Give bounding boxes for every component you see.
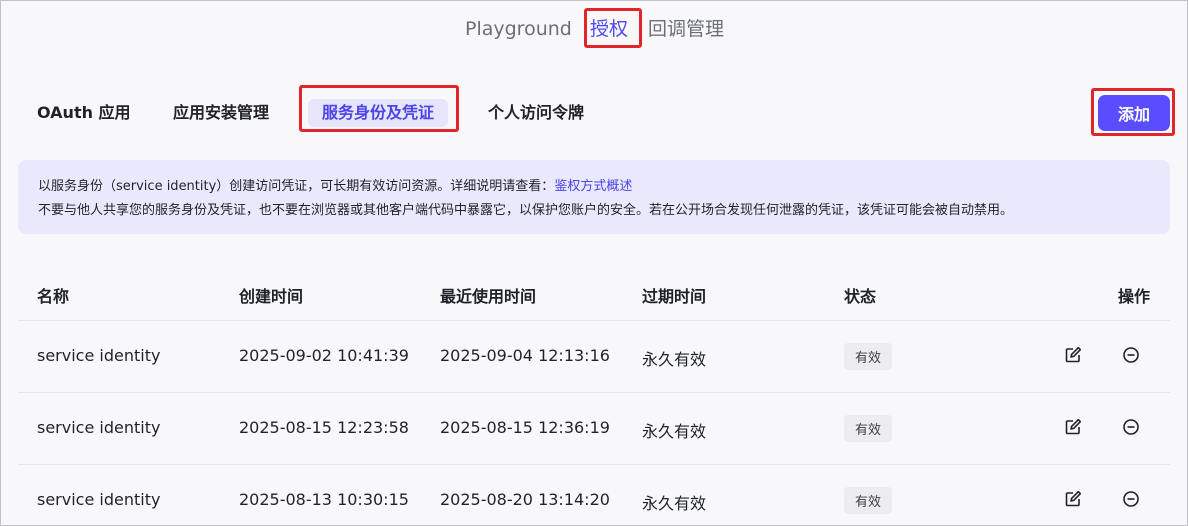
notice-line-2: 不要与他人共享您的服务身份及凭证，也不要在浏览器或其他客户端代码中暴露它，以保护…	[38, 203, 1014, 218]
tab-personal-access-token[interactable]: 个人访问令牌	[488, 99, 584, 127]
cell-created: 2025-08-15 12:23:58	[239, 418, 409, 437]
main-frame: Playground 授权 回调管理 OAuth 应用 应用安装管理 服务身份及…	[0, 0, 1188, 526]
tab-app-install-management[interactable]: 应用安装管理	[173, 99, 269, 127]
notice-text: 以服务身份（service identity）创建访问凭证，可长期有效访问资源。…	[38, 179, 555, 194]
edit-icon[interactable]	[1063, 417, 1083, 437]
auth-overview-link[interactable]: 鉴权方式概述	[554, 179, 632, 194]
table-row: service identity 2025-08-13 10:30:15 202…	[18, 464, 1170, 525]
cell-name: service identity	[37, 418, 161, 437]
nav-playground[interactable]: Playground	[465, 15, 572, 43]
cell-expires: 永久有效	[642, 350, 707, 369]
header-last-used: 最近使用时间	[440, 287, 537, 306]
status-badge: 有效	[844, 415, 893, 442]
cell-name: service identity	[37, 346, 161, 365]
notice-line-1: 以服务身份（service identity）创建访问凭证，可长期有效访问资源。…	[38, 177, 632, 197]
table-row: service identity 2025-09-02 10:41:39 202…	[18, 320, 1170, 393]
cell-name: service identity	[37, 490, 161, 509]
cell-expires: 永久有效	[642, 494, 707, 513]
remove-circle-icon[interactable]	[1121, 345, 1141, 365]
edit-icon[interactable]	[1063, 345, 1083, 365]
table-row: service identity 2025-08-15 12:23:58 202…	[18, 392, 1170, 465]
edit-icon[interactable]	[1063, 489, 1083, 509]
header-created: 创建时间	[239, 287, 304, 306]
cell-last-used: 2025-09-04 12:13:16	[440, 346, 610, 365]
info-notice: 以服务身份（service identity）创建访问凭证，可长期有效访问资源。…	[18, 160, 1170, 234]
header-status: 状态	[844, 287, 877, 306]
remove-circle-icon[interactable]	[1121, 417, 1141, 437]
cell-last-used: 2025-08-20 13:14:20	[440, 490, 610, 509]
highlight-box-add	[1091, 88, 1175, 136]
header-expires: 过期时间	[642, 287, 707, 306]
cell-created: 2025-08-13 10:30:15	[239, 490, 409, 509]
remove-circle-icon[interactable]	[1121, 489, 1141, 509]
cell-created: 2025-09-02 10:41:39	[239, 346, 409, 365]
status-badge: 有效	[844, 343, 893, 370]
header-actions: 操作	[1118, 287, 1151, 306]
cell-last-used: 2025-08-15 12:36:19	[440, 418, 610, 437]
highlight-box-service-identity	[299, 85, 459, 132]
nav-callback-management[interactable]: 回调管理	[648, 15, 724, 43]
status-badge: 有效	[844, 487, 893, 514]
cell-expires: 永久有效	[642, 422, 707, 441]
highlight-box-auth	[584, 8, 642, 48]
header-name: 名称	[37, 287, 70, 306]
tab-oauth-apps[interactable]: OAuth 应用	[37, 99, 131, 127]
